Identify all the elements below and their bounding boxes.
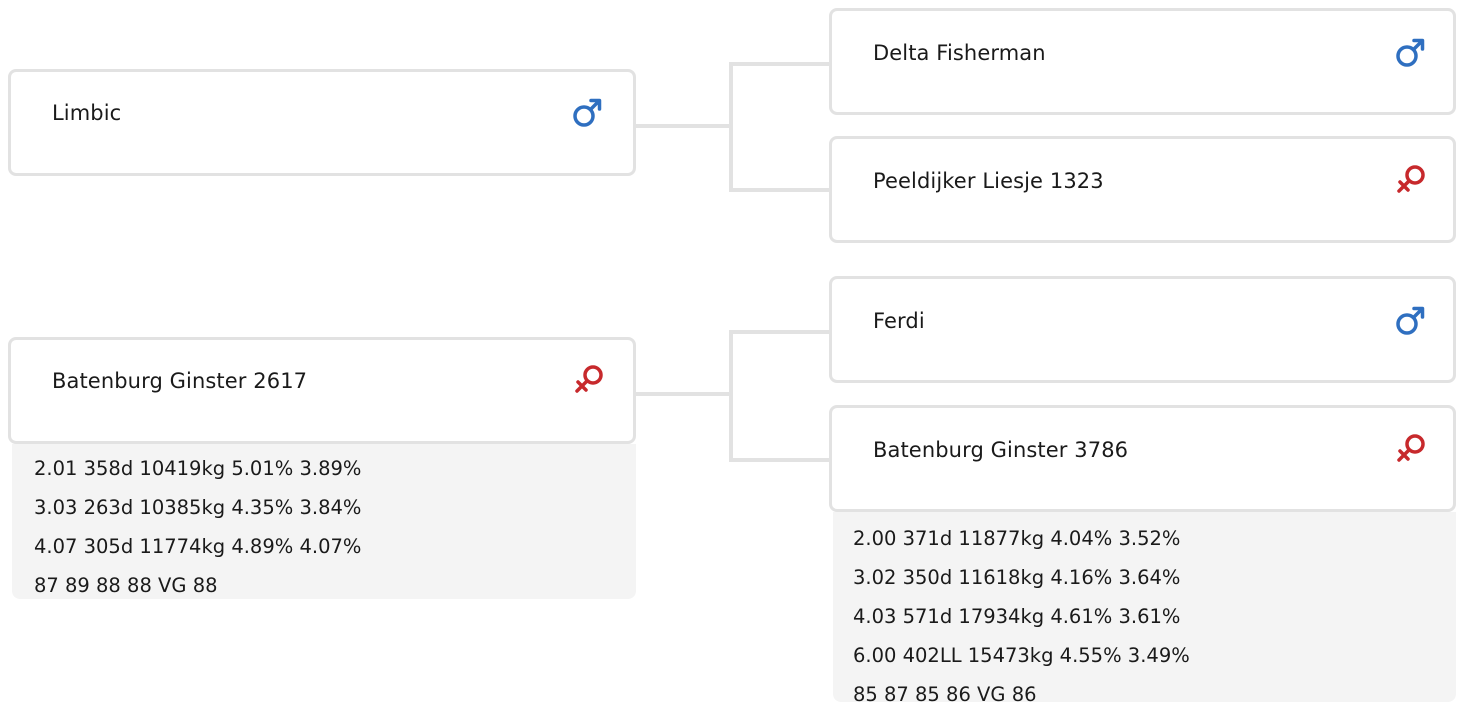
connector-dam-to-granddam: [729, 458, 832, 462]
animal-name: Batenburg Ginster 3786: [873, 438, 1129, 462]
male-icon: [1393, 303, 1427, 337]
connector-dam-horizontal: [635, 392, 732, 396]
animal-name: Peeldijker Liesje 1323: [873, 169, 1104, 193]
pedigree-card-sire-dam[interactable]: Peeldijker Liesje 1323: [829, 136, 1456, 243]
connector-sire-vertical: [729, 62, 733, 192]
performance-line: 4.03 571d 17934kg 4.61% 3.61%: [853, 605, 1181, 628]
animal-name: Ferdi: [873, 309, 925, 333]
male-icon: [1393, 35, 1427, 69]
performance-line: 6.00 402LL 15473kg 4.55% 3.49%: [853, 644, 1190, 667]
performance-line: 85 87 85 86 VG 86: [853, 683, 1037, 702]
animal-name: Delta Fisherman: [873, 41, 1046, 65]
animal-name: Batenburg Ginster 2617: [52, 369, 308, 393]
performance-panel-dam-dam: 2.00 371d 11877kg 4.04% 3.52% 3.02 350d …: [833, 512, 1456, 702]
performance-line: 2.00 371d 11877kg 4.04% 3.52%: [853, 527, 1181, 550]
female-icon: [1395, 162, 1429, 196]
animal-name: Limbic: [52, 101, 122, 125]
connector-sire-to-granddam: [729, 188, 832, 192]
pedigree-card-sire-sire[interactable]: Delta Fisherman: [829, 8, 1456, 115]
connector-dam-vertical: [729, 330, 733, 462]
male-icon: [570, 95, 604, 129]
connector-dam-to-grandsire: [729, 330, 832, 334]
pedigree-card-dam[interactable]: Batenburg Ginster 2617: [8, 337, 636, 444]
pedigree-card-dam-dam[interactable]: Batenburg Ginster 3786: [829, 405, 1456, 512]
pedigree-card-sire[interactable]: Limbic: [8, 69, 636, 176]
pedigree-card-dam-sire[interactable]: Ferdi: [829, 276, 1456, 383]
female-icon: [1395, 431, 1429, 465]
connector-sire-to-grandsire: [729, 62, 832, 66]
performance-line: 2.01 358d 10419kg 5.01% 3.89%: [34, 457, 362, 480]
performance-line: 3.02 350d 11618kg 4.16% 3.64%: [853, 566, 1181, 589]
performance-line: 87 89 88 88 VG 88: [34, 574, 218, 597]
connector-sire-horizontal: [635, 124, 732, 128]
performance-line: 3.03 263d 10385kg 4.35% 3.84%: [34, 496, 362, 519]
performance-line: 4.07 305d 11774kg 4.89% 4.07%: [34, 535, 362, 558]
performance-panel-dam: 2.01 358d 10419kg 5.01% 3.89% 3.03 263d …: [12, 444, 636, 599]
female-icon: [573, 362, 607, 396]
